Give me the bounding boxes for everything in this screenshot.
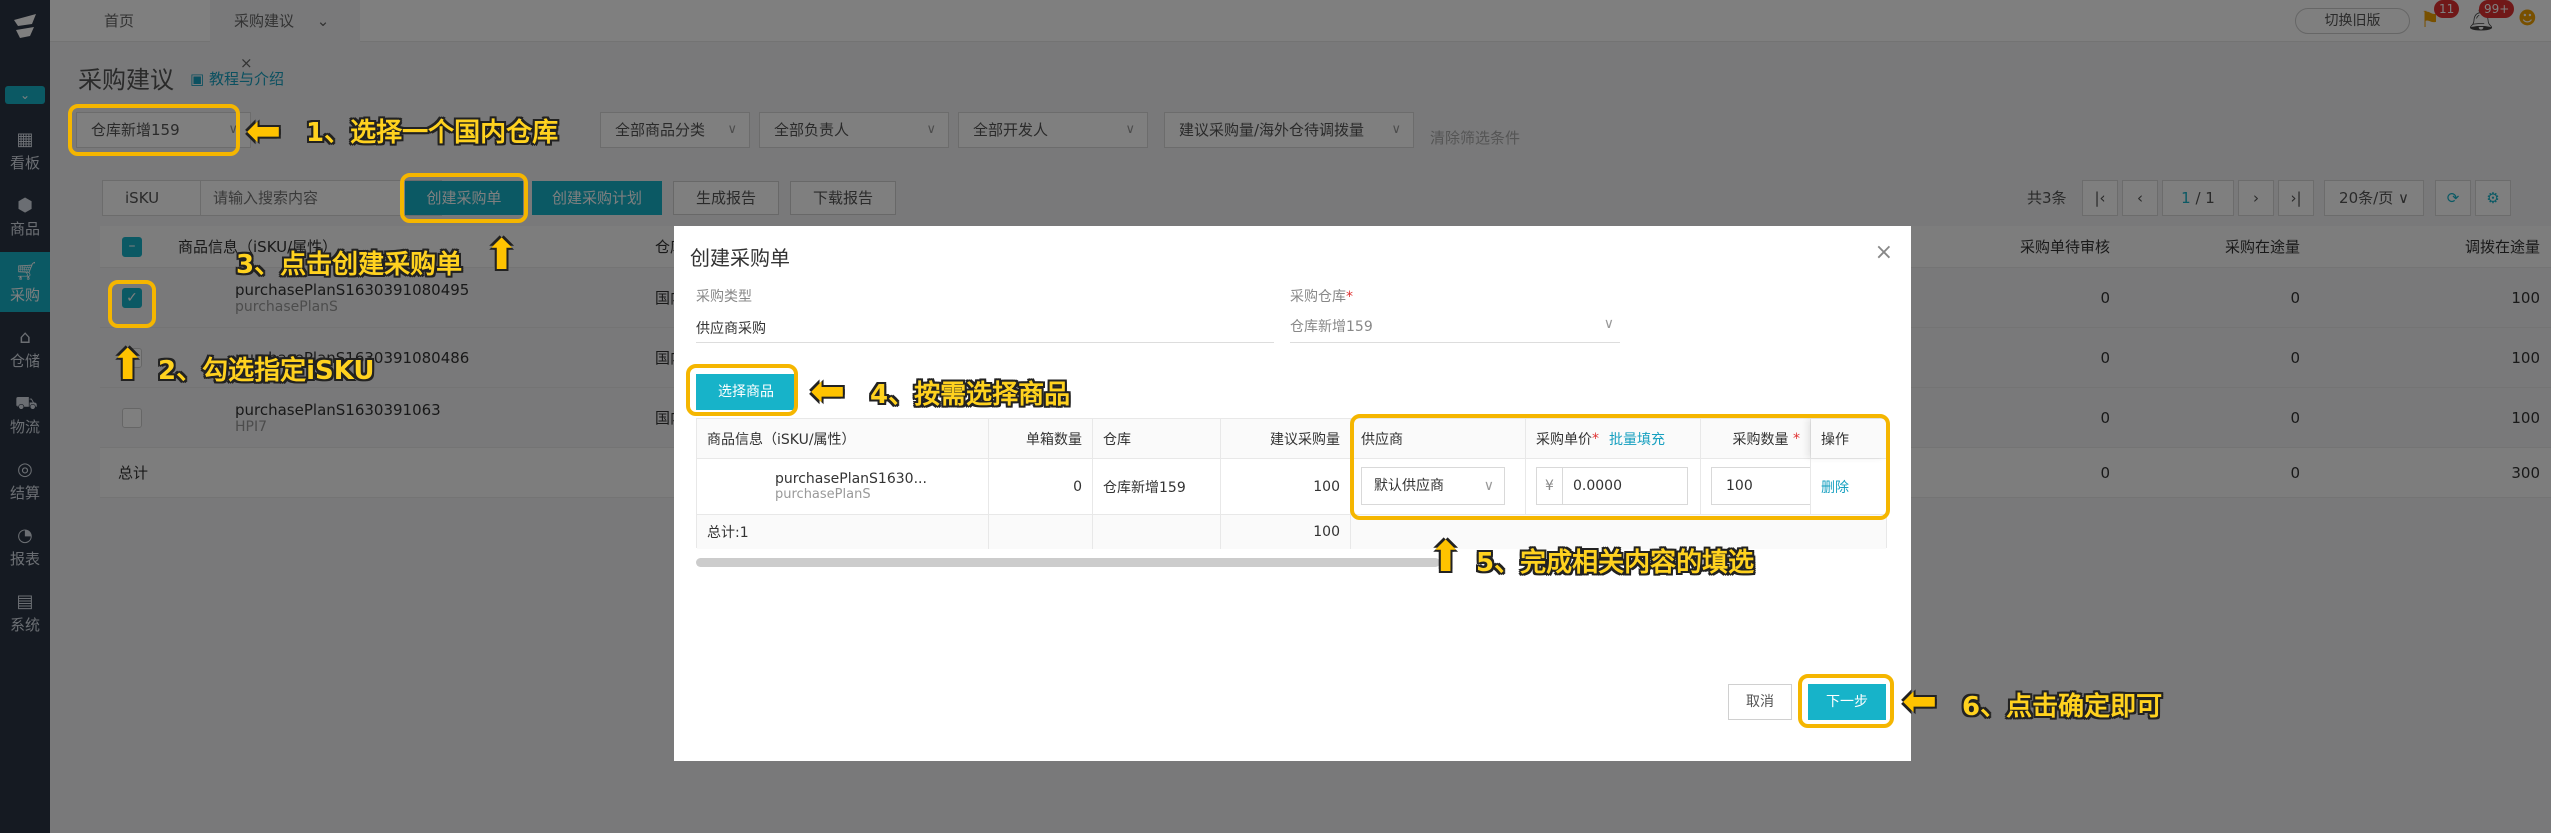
highlight-box-select-goods	[686, 364, 798, 416]
arrow-left-icon: ⬅	[1902, 676, 1938, 725]
annotation-step6: 6、点击确定即可	[1962, 692, 2163, 722]
annotation-step4: 4、按需选择商品	[870, 380, 1071, 410]
highlight-box-warehouse	[68, 104, 240, 156]
arrow-up-icon: ⬆	[1428, 532, 1464, 581]
chevron-down-icon: ∨	[1603, 316, 1614, 332]
annotation-step1: 1、选择一个国内仓库	[306, 118, 559, 148]
label-text: 采购仓库	[1290, 289, 1346, 305]
purchase-warehouse-select[interactable]: 仓库新增159 ∨	[1290, 316, 1620, 342]
total-label: 总计:1	[697, 515, 989, 549]
highlight-box-fill-fields	[1350, 414, 1890, 520]
highlight-box-next-step	[1798, 674, 1894, 728]
arrow-left-icon: ⬅	[810, 366, 846, 415]
horizontal-scrollbar[interactable]	[696, 558, 1440, 567]
arrow-up-icon: ⬆	[484, 230, 520, 279]
col-warehouse: 仓库	[1093, 419, 1221, 458]
dialog-title: 创建采购单	[690, 246, 790, 270]
cancel-button[interactable]: 取消	[1728, 684, 1792, 720]
purchase-warehouse-label: 采购仓库*	[1290, 289, 1353, 305]
box-qty-value: 0	[989, 459, 1093, 514]
total-suggest: 100	[1221, 515, 1351, 549]
col-suggest-qty: 建议采购量	[1221, 419, 1351, 458]
sku-text: purchasePlanS1630...	[775, 471, 927, 487]
highlight-box-create-order	[400, 173, 528, 223]
arrow-left-icon: ⬅	[246, 106, 282, 155]
col-product: 商品信息（iSKU/属性）	[697, 419, 989, 458]
col-box-qty: 单箱数量	[989, 419, 1093, 458]
annotation-step2: 2、勾选指定iSKU	[158, 356, 375, 386]
suggest-qty-value: 100	[1221, 459, 1351, 514]
highlight-box-checkbox	[108, 280, 156, 328]
select-value: 仓库新增159	[1290, 319, 1373, 335]
close-icon[interactable]: ×	[1875, 240, 1893, 265]
annotation-step3: 3、点击创建采购单	[236, 250, 463, 280]
arrow-up-icon: ⬆	[110, 340, 146, 389]
warehouse-value: 仓库新增159	[1093, 459, 1221, 514]
purchase-type-value: 供应商采购	[696, 321, 766, 337]
purchase-type-label: 采购类型	[696, 289, 752, 305]
annotation-step5: 5、完成相关内容的填选	[1476, 548, 1755, 578]
attr-text: purchasePlanS	[775, 487, 871, 502]
